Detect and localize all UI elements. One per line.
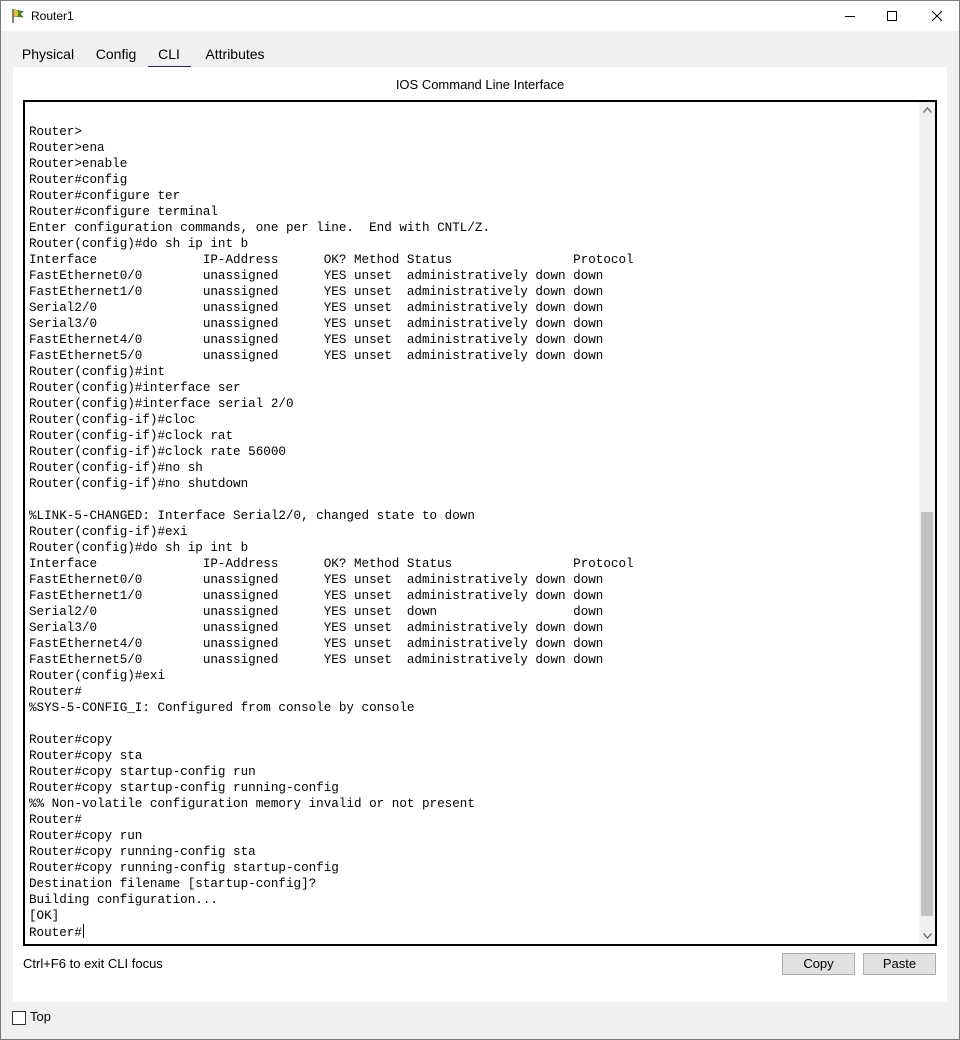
title-bar[interactable]: Router1 <box>1 1 959 31</box>
vertical-scrollbar[interactable] <box>919 102 935 944</box>
tab-config[interactable]: Config <box>90 41 142 67</box>
maximize-button[interactable] <box>869 1 915 31</box>
tab-physical[interactable]: Physical <box>14 41 82 67</box>
minimize-button[interactable] <box>827 1 873 31</box>
terminal-output: Router> Router>ena Router>enable Router#… <box>29 124 634 941</box>
router-app-icon <box>10 8 26 24</box>
cli-terminal[interactable]: Router> Router>ena Router>enable Router#… <box>23 100 937 946</box>
scroll-down-button[interactable] <box>919 928 935 944</box>
terminal-history: Router> Router>ena Router>enable Router#… <box>29 125 634 923</box>
tab-cli-label: CLI <box>158 46 180 62</box>
chevron-down-icon <box>922 933 932 939</box>
text-cursor <box>82 924 84 938</box>
tab-attributes[interactable]: Attributes <box>197 41 273 67</box>
paste-button[interactable]: Paste <box>863 953 936 975</box>
close-button[interactable] <box>914 1 960 31</box>
top-checkbox[interactable] <box>12 1011 26 1025</box>
cli-focus-hint: Ctrl+F6 to exit CLI focus <box>23 956 163 971</box>
minimize-icon <box>845 16 855 17</box>
panel-title: IOS Command Line Interface <box>395 77 565 92</box>
copy-button[interactable]: Copy <box>782 953 855 975</box>
maximize-icon <box>887 11 897 21</box>
chevron-up-icon <box>922 107 932 113</box>
scroll-up-button[interactable] <box>919 102 935 118</box>
window-title: Router1 <box>31 9 74 23</box>
tab-cli[interactable]: CLI <box>148 41 191 69</box>
close-icon <box>932 11 942 21</box>
terminal-prompt: Router# <box>29 926 82 940</box>
top-checkbox-label[interactable]: Top <box>30 1009 51 1024</box>
scrollbar-thumb[interactable] <box>921 512 933 916</box>
